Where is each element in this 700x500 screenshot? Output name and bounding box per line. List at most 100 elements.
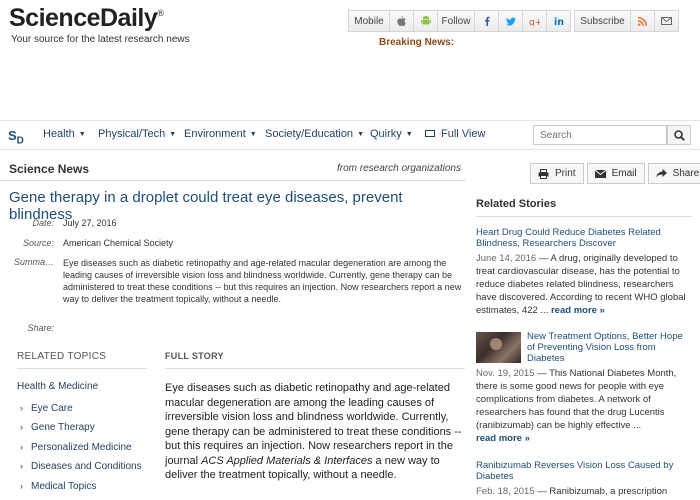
svg-text:g+: g+ (529, 18, 540, 26)
topic-label: Personalized Medicine (31, 442, 132, 453)
nav-item-label: Environment (184, 128, 246, 140)
section-title: Science News (9, 162, 90, 176)
read-more-link[interactable]: read more » (476, 433, 530, 444)
related-topics-heading: RELATED TOPICS (17, 351, 107, 362)
logo-text: ScienceDaily (9, 4, 158, 32)
nav-item-health[interactable]: Health ▼ (43, 128, 86, 140)
chevron-right-icon: › (20, 481, 23, 491)
nav-item-label: Society/Education (265, 128, 354, 140)
nav-item-environment[interactable]: Environment ▼ (184, 128, 257, 140)
topic-label: Medical Topics (31, 481, 97, 492)
search-button[interactable] (667, 125, 691, 145)
read-more-link[interactable]: read more » (551, 305, 605, 316)
full-story-divider (165, 368, 465, 369)
topic-link-personalized-medicine[interactable]: › Personalized Medicine (20, 442, 132, 453)
related-story-summary: Feb. 18, 2015 — Ranibizumab, a prescript… (476, 486, 668, 497)
nav-logo-d: D (16, 135, 24, 147)
nav-item-label: Quirky (370, 128, 402, 140)
topic-category-health-medicine[interactable]: Health & Medicine (17, 381, 98, 392)
share-arrow-icon (655, 169, 667, 178)
related-story-summary: Nov. 19, 2015 — This National Diabetes M… (476, 368, 677, 444)
related-story-date: June 14, 2016 (476, 253, 537, 264)
related-story-summary: June 14, 2016 — A drug, originally devel… (476, 253, 686, 316)
topic-link-gene-therapy[interactable]: › Gene Therapy (20, 422, 95, 433)
rss-icon[interactable] (630, 10, 655, 32)
android-icon[interactable] (413, 10, 438, 32)
print-button[interactable]: Print (530, 163, 584, 184)
chevron-right-icon: › (20, 442, 23, 452)
caret-down-icon: ▼ (169, 130, 177, 138)
nav-item-full-view[interactable]: Full View (425, 128, 485, 140)
topic-label: Gene Therapy (31, 422, 95, 433)
share-button[interactable]: Share (647, 163, 700, 184)
section-divider (0, 180, 466, 181)
related-topics-divider (17, 368, 147, 369)
follow-button[interactable]: Follow (437, 10, 475, 32)
search-input[interactable] (533, 125, 667, 145)
breaking-news-label: Breaking News: (379, 37, 455, 48)
summary-label: Summa… (13, 257, 54, 267)
related-story-title[interactable]: Heart Drug Could Reduce Diabetes Related… (476, 227, 692, 249)
tagline: Your source for the latest research news (11, 34, 190, 45)
mobile-button[interactable]: Mobile (348, 10, 390, 32)
nav-item-label: Physical/Tech (98, 128, 166, 140)
article-summary: Eye diseases such as diabetic retinopath… (63, 258, 462, 304)
nav-logo[interactable]: SD (8, 128, 24, 147)
topic-label: Eye Care (31, 403, 73, 414)
top-toolbar: Mobile Follow g+ in Subscribe (348, 10, 679, 32)
nav-item-physical-tech[interactable]: Physical/Tech ▼ (98, 128, 176, 140)
section-source-note: from research organizations (337, 163, 461, 174)
subscribe-button[interactable]: Subscribe (574, 10, 631, 32)
print-label: Print (555, 168, 576, 179)
topic-label: Diseases and Conditions (31, 461, 142, 472)
full-story-heading: FULL STORY (165, 351, 224, 361)
google-plus-icon[interactable]: g+ (522, 10, 547, 32)
email-icon[interactable] (654, 10, 679, 32)
related-story-date: Nov. 19, 2015 (476, 368, 535, 379)
site-logo[interactable]: ScienceDaily® (9, 4, 164, 33)
share-toolbar: Print Email Share (530, 163, 700, 184)
topic-link-diseases-conditions[interactable]: › Diseases and Conditions (20, 461, 142, 472)
apple-icon[interactable] (389, 10, 414, 32)
source-label: Source: (22, 238, 54, 248)
topic-link-eye-care[interactable]: › Eye Care (20, 403, 73, 414)
article-source: American Chemical Society (63, 238, 174, 248)
full-story-text: Eye diseases such as diabetic retinopath… (165, 381, 465, 483)
related-story-title[interactable]: New Treatment Options, Better Hope of Pr… (527, 331, 692, 364)
date-label: Date: (32, 218, 54, 228)
share-label: Share: (27, 323, 54, 333)
print-icon (538, 168, 549, 179)
nav-item-label: Full View (441, 128, 486, 140)
nav-item-quirky[interactable]: Quirky ▼ (370, 128, 413, 140)
twitter-icon[interactable] (498, 10, 523, 32)
email-label: Email (611, 168, 637, 179)
caret-down-icon: ▼ (357, 130, 364, 138)
related-story-date: Feb. 18, 2015 (476, 486, 535, 497)
search-icon (673, 129, 685, 141)
caret-down-icon: ▼ (78, 130, 86, 138)
related-stories-heading: Related Stories (476, 198, 557, 210)
share-label: Share (672, 168, 700, 179)
registered-mark: ® (157, 8, 164, 18)
topic-link-medical-topics[interactable]: › Medical Topics (20, 481, 96, 492)
nav-item-label: Health (43, 128, 75, 140)
related-stories-divider (476, 216, 692, 217)
nav-logo-s: S (8, 128, 17, 143)
email-share-button[interactable]: Email (586, 163, 645, 184)
journal-name: ACS Applied Materials & Interfaces (201, 454, 373, 467)
chevron-right-icon: › (20, 403, 23, 413)
envelope-icon (594, 169, 606, 178)
svg-text:in: in (554, 17, 564, 26)
article-date: July 27, 2016 (63, 218, 117, 228)
facebook-icon[interactable] (474, 10, 499, 32)
linkedin-icon[interactable]: in (546, 10, 571, 32)
caret-down-icon: ▼ (405, 130, 413, 138)
chevron-right-icon: › (20, 422, 23, 432)
related-story-thumbnail[interactable] (476, 332, 521, 363)
related-story-body: Ranibizumab, a prescription (549, 486, 668, 497)
nav-item-society-education[interactable]: Society/Education ▼ (265, 128, 364, 140)
monitor-icon (425, 130, 435, 137)
chevron-right-icon: › (20, 461, 23, 471)
caret-down-icon: ▼ (249, 130, 257, 138)
related-story-title[interactable]: Ranibizumab Reverses Vision Loss Caused … (476, 460, 692, 482)
